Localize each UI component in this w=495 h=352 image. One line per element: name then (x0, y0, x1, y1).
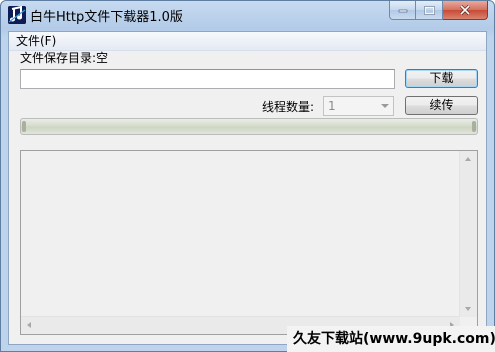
close-button[interactable] (443, 1, 488, 20)
close-icon (459, 5, 471, 15)
progress-right-cap (472, 121, 476, 132)
save-directory-label: 文件保存目录:空 (20, 51, 109, 65)
progress-left-cap (22, 121, 26, 132)
thread-count-select[interactable]: 1 (323, 96, 394, 116)
scroll-down-arrow-icon[interactable] (465, 307, 471, 311)
thread-count-label: 线程数量: (262, 100, 315, 114)
caption-buttons (389, 1, 488, 20)
scroll-left-arrow-icon[interactable] (27, 322, 31, 328)
download-progress-bar (20, 118, 478, 135)
title-bar[interactable]: 白牛Http文件下载器1.0版 (1, 1, 494, 31)
watermark: 久友下载站(www.9upk.com) (287, 326, 495, 352)
chevron-down-icon (381, 104, 389, 108)
app-window: 白牛Http文件下载器1.0版 文件(F) 文件保存目录:空 下载 线程数量: … (0, 0, 495, 352)
resume-button[interactable]: 续传 (405, 96, 478, 115)
scroll-up-arrow-icon[interactable] (465, 157, 471, 161)
maximize-icon (423, 5, 435, 15)
minimize-icon (398, 9, 407, 13)
url-input[interactable] (20, 69, 395, 89)
vertical-scrollbar[interactable] (459, 151, 477, 317)
music-note-app-icon[interactable] (8, 6, 26, 24)
menu-bar: 文件(F) (9, 32, 486, 51)
thread-count-value: 1 (328, 99, 336, 113)
minimize-button[interactable] (389, 1, 416, 20)
download-button[interactable]: 下载 (405, 69, 478, 88)
log-textarea[interactable] (20, 150, 478, 335)
maximize-button[interactable] (416, 1, 443, 20)
menu-file[interactable]: 文件(F) (15, 33, 57, 49)
window-title: 白牛Http文件下载器1.0版 (30, 10, 183, 25)
client-area: 文件(F) 文件保存目录:空 下载 线程数量: 1 续传 (8, 31, 487, 345)
